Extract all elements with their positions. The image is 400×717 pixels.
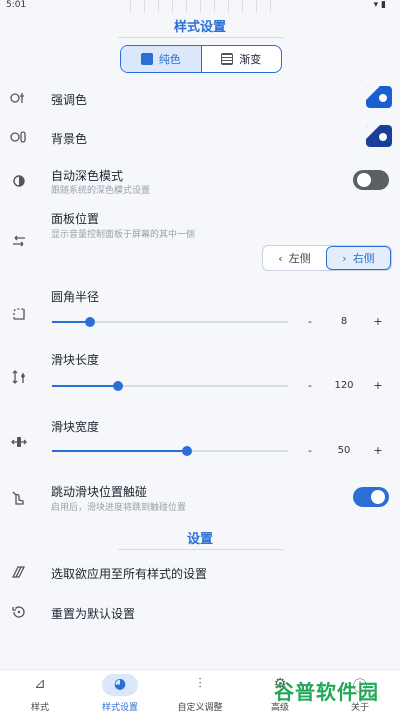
nav-tab-styles-label: 样式	[30, 703, 49, 713]
nav-tab-styles[interactable]: ⊿ 样式	[0, 670, 80, 717]
length-plus-button[interactable]: +	[368, 379, 388, 392]
switch-knob	[357, 173, 371, 187]
panel-position-icon	[10, 232, 28, 250]
length-minus-button[interactable]: -	[300, 379, 320, 392]
settings-divider	[118, 549, 284, 550]
slider-thumb[interactable]	[181, 446, 192, 456]
panel-position-desc: 显示音量控制面板于屏幕的其中一侧	[51, 230, 196, 240]
dark-mode-desc: 跟随系统的深色模式设置	[51, 186, 151, 196]
corner-radius-slider[interactable]	[52, 317, 288, 327]
gradient-square-icon	[221, 53, 234, 65]
corner-value: 8	[340, 316, 348, 327]
reset-icon	[10, 603, 28, 621]
slider-width-icon	[10, 433, 28, 451]
length-value: 120	[334, 380, 354, 391]
slider-thumb[interactable]	[113, 381, 124, 391]
tab-gradient-label: 渐变	[239, 53, 262, 66]
corner-plus-button[interactable]: +	[368, 315, 388, 328]
sliders-icon: ⫶	[198, 676, 202, 692]
side-right-button[interactable]: › 右侧	[326, 246, 391, 270]
slider-width-slider[interactable]	[52, 446, 288, 456]
solid-square-icon	[140, 53, 153, 65]
status-icons: ▾ ▮	[373, 0, 386, 10]
status-bar: 5:01 ▾ ▮	[0, 0, 400, 12]
status-time: 5:01	[6, 0, 27, 10]
touch-jump-icon	[10, 489, 28, 507]
background-color-icon	[10, 128, 28, 146]
title-divider	[118, 37, 284, 38]
touch-jump-desc: 启用后，滑块进度将跳到触碰位置	[51, 503, 187, 513]
slider-width-label: 滑块宽度	[51, 420, 100, 434]
chevron-left-icon: ‹	[278, 251, 283, 265]
slider-fill	[52, 385, 119, 387]
slider-fill	[52, 450, 187, 452]
width-minus-button[interactable]: -	[300, 444, 320, 457]
nav-tab-custom-label: 自定义调整	[177, 703, 223, 713]
accent-color-icon	[10, 89, 28, 107]
dark-mode-label: 自动深色模式	[51, 169, 124, 183]
brush-icon: ⊿	[34, 676, 46, 692]
slider-length-slider[interactable]	[52, 381, 288, 391]
tab-gradient[interactable]: 渐变	[202, 46, 282, 72]
side-left-button[interactable]: ‹ 左侧	[263, 246, 326, 270]
background-color-label: 背景色	[51, 132, 88, 146]
page-title: 样式设置	[173, 20, 226, 35]
panel-side-toggle[interactable]: ‹ 左侧 › 右侧	[262, 245, 392, 271]
dark-mode-icon	[10, 172, 28, 190]
slider-length-icon	[10, 368, 28, 386]
width-value: 50	[337, 445, 351, 456]
status-decor	[130, 0, 280, 12]
accent-color-label: 强调色	[51, 93, 88, 107]
palette-icon: ◕	[113, 676, 127, 692]
apply-all-action[interactable]: 选取欲应用至所有样式的设置	[51, 565, 207, 582]
slider-thumb[interactable]	[84, 317, 95, 327]
nav-tab-custom[interactable]: ⫶ 自定义调整	[160, 670, 240, 717]
accent-color-swatch[interactable]	[366, 86, 392, 108]
apply-all-icon	[10, 563, 28, 581]
tab-solid[interactable]: 纯色	[121, 46, 202, 72]
settings-section-title: 设置	[186, 532, 213, 547]
nav-tab-style-settings-label: 样式设置	[101, 703, 138, 713]
fill-mode-toggle[interactable]: 纯色 渐变	[120, 45, 282, 73]
reset-action[interactable]: 重置为默认设置	[51, 605, 135, 622]
corner-radius-label: 圆角半径	[51, 290, 100, 304]
corner-radius-icon	[10, 305, 28, 323]
side-left-label: 左侧	[288, 252, 311, 265]
touch-jump-switch[interactable]	[353, 487, 389, 507]
switch-knob	[371, 490, 385, 504]
watermark: 谷普软件园	[274, 680, 379, 704]
panel-position-label: 面板位置	[51, 212, 100, 226]
width-plus-button[interactable]: +	[368, 444, 388, 457]
corner-minus-button[interactable]: -	[300, 315, 320, 328]
tab-solid-label: 纯色	[158, 53, 181, 66]
slider-length-label: 滑块长度	[51, 353, 100, 367]
chevron-right-icon: ›	[342, 251, 347, 265]
dark-mode-switch[interactable]	[353, 170, 389, 190]
touch-jump-label: 跳动滑块位置触碰	[51, 485, 148, 499]
background-color-swatch[interactable]	[366, 125, 392, 147]
nav-tab-style-settings[interactable]: ◕ 样式设置	[80, 670, 160, 717]
side-right-label: 右侧	[352, 252, 375, 265]
